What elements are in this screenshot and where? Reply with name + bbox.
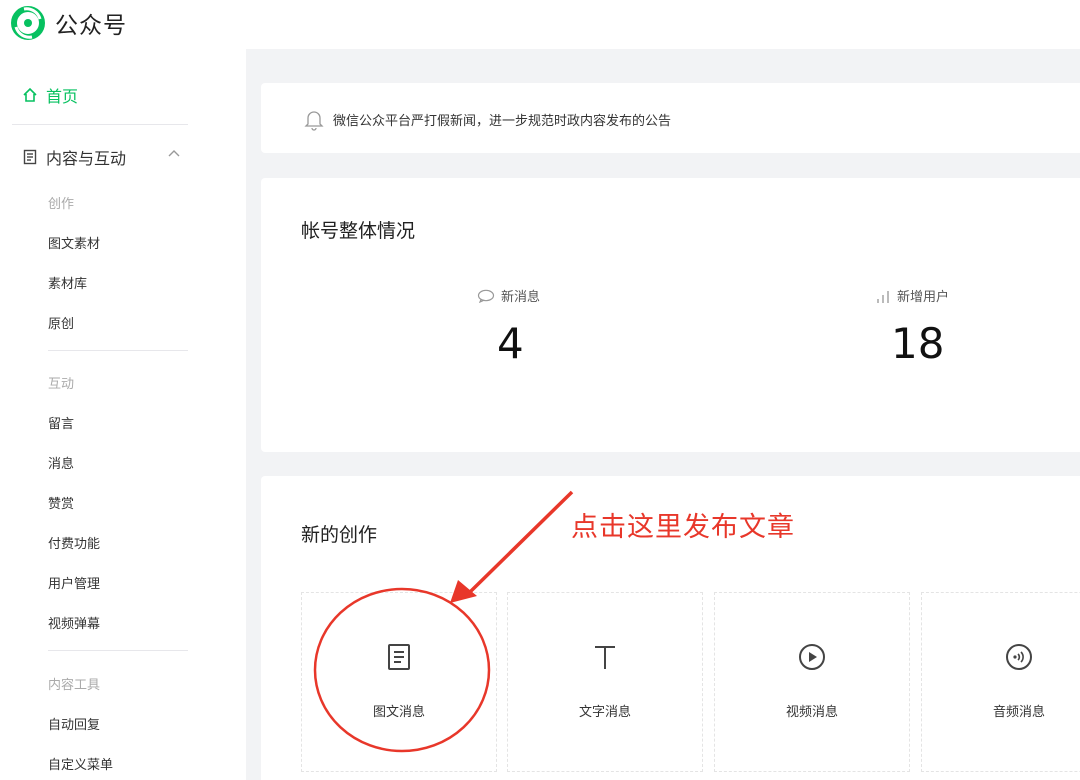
create-audio-button[interactable]: 音频消息 bbox=[921, 592, 1080, 772]
sidebar-item-custom-menu[interactable]: 自定义菜单 bbox=[48, 754, 113, 773]
chevron-up-icon[interactable] bbox=[166, 145, 182, 161]
article-icon bbox=[388, 644, 410, 670]
bar-chart-icon bbox=[877, 290, 889, 303]
stat-label: 新消息 bbox=[501, 290, 541, 305]
bell-icon bbox=[304, 111, 324, 131]
create-text-button[interactable]: 文字消息 bbox=[507, 592, 703, 772]
create-type-label: 音频消息 bbox=[992, 705, 1045, 720]
annotation-text: 点击这里发布文章 bbox=[571, 512, 795, 543]
divider bbox=[48, 350, 188, 351]
create-type-label: 视频消息 bbox=[785, 705, 838, 720]
sidebar-item-user-management[interactable]: 用户管理 bbox=[48, 573, 100, 592]
stat-new-users[interactable]: 新增用户 18 bbox=[875, 286, 1075, 368]
document-icon bbox=[23, 149, 37, 165]
text-icon bbox=[595, 646, 615, 669]
sidebar-item-comments[interactable]: 留言 bbox=[48, 413, 74, 432]
sidebar-item-home[interactable]: 首页 bbox=[22, 83, 78, 107]
wechat-official-logo-icon[interactable] bbox=[10, 5, 46, 41]
app-title[interactable]: 公众号 bbox=[55, 6, 127, 40]
sidebar-item-image-text-material[interactable]: 图文素材 bbox=[48, 233, 100, 252]
create-video-button[interactable]: 视频消息 bbox=[714, 592, 910, 772]
divider bbox=[48, 650, 188, 651]
stat-label: 新增用户 bbox=[897, 290, 950, 305]
sidebar-item-original[interactable]: 原创 bbox=[48, 313, 74, 332]
top-bar: 公众号 bbox=[0, 0, 1080, 49]
create-type-label: 文字消息 bbox=[578, 705, 631, 720]
create-image-text-button[interactable]: 图文消息 bbox=[301, 592, 497, 772]
sidebar-item-auto-reply[interactable]: 自动回复 bbox=[48, 714, 100, 733]
sidebar-group-content[interactable]: 内容与互动 bbox=[22, 145, 182, 169]
notice-text[interactable]: 微信公众平台严打假新闻，进一步规范时政内容发布的公告 bbox=[333, 110, 671, 129]
notice-banner[interactable]: 微信公众平台严打假新闻，进一步规范时政内容发布的公告 bbox=[261, 83, 1080, 153]
sidebar-group-label: 内容与互动 bbox=[46, 149, 127, 168]
home-icon bbox=[23, 87, 37, 102]
sidebar-item-tips[interactable]: 赞赏 bbox=[48, 493, 74, 512]
stat-new-messages[interactable]: 新消息 4 bbox=[477, 286, 677, 368]
sidebar-item-label: 首页 bbox=[46, 87, 79, 106]
sidebar-item-material-library[interactable]: 素材库 bbox=[48, 273, 87, 292]
create-type-label: 图文消息 bbox=[372, 705, 425, 720]
section-label-create: 创作 bbox=[48, 197, 75, 212]
account-overview-card: 帐号整体情况 新消息 4 新增用户 18 bbox=[261, 178, 1080, 452]
sidebar-item-messages[interactable]: 消息 bbox=[48, 453, 74, 472]
section-label-interact: 互动 bbox=[48, 377, 75, 392]
section-label-tools: 内容工具 bbox=[48, 678, 101, 693]
divider bbox=[12, 124, 188, 125]
stat-value: 18 bbox=[891, 319, 945, 368]
overview-title: 帐号整体情况 bbox=[301, 220, 416, 242]
sidebar: 首页 内容与互动 创作 图文素材 素材库 原创 互动 留言 消息 赞赏 付费功能… bbox=[0, 49, 246, 780]
chat-bubble-icon bbox=[477, 289, 495, 303]
audio-icon bbox=[1006, 644, 1032, 670]
sidebar-item-paid-features[interactable]: 付费功能 bbox=[48, 533, 100, 552]
sidebar-item-video-danmaku[interactable]: 视频弹幕 bbox=[48, 613, 100, 632]
creation-title: 新的创作 bbox=[301, 524, 378, 546]
stat-value: 4 bbox=[497, 319, 524, 368]
video-icon bbox=[799, 644, 825, 670]
